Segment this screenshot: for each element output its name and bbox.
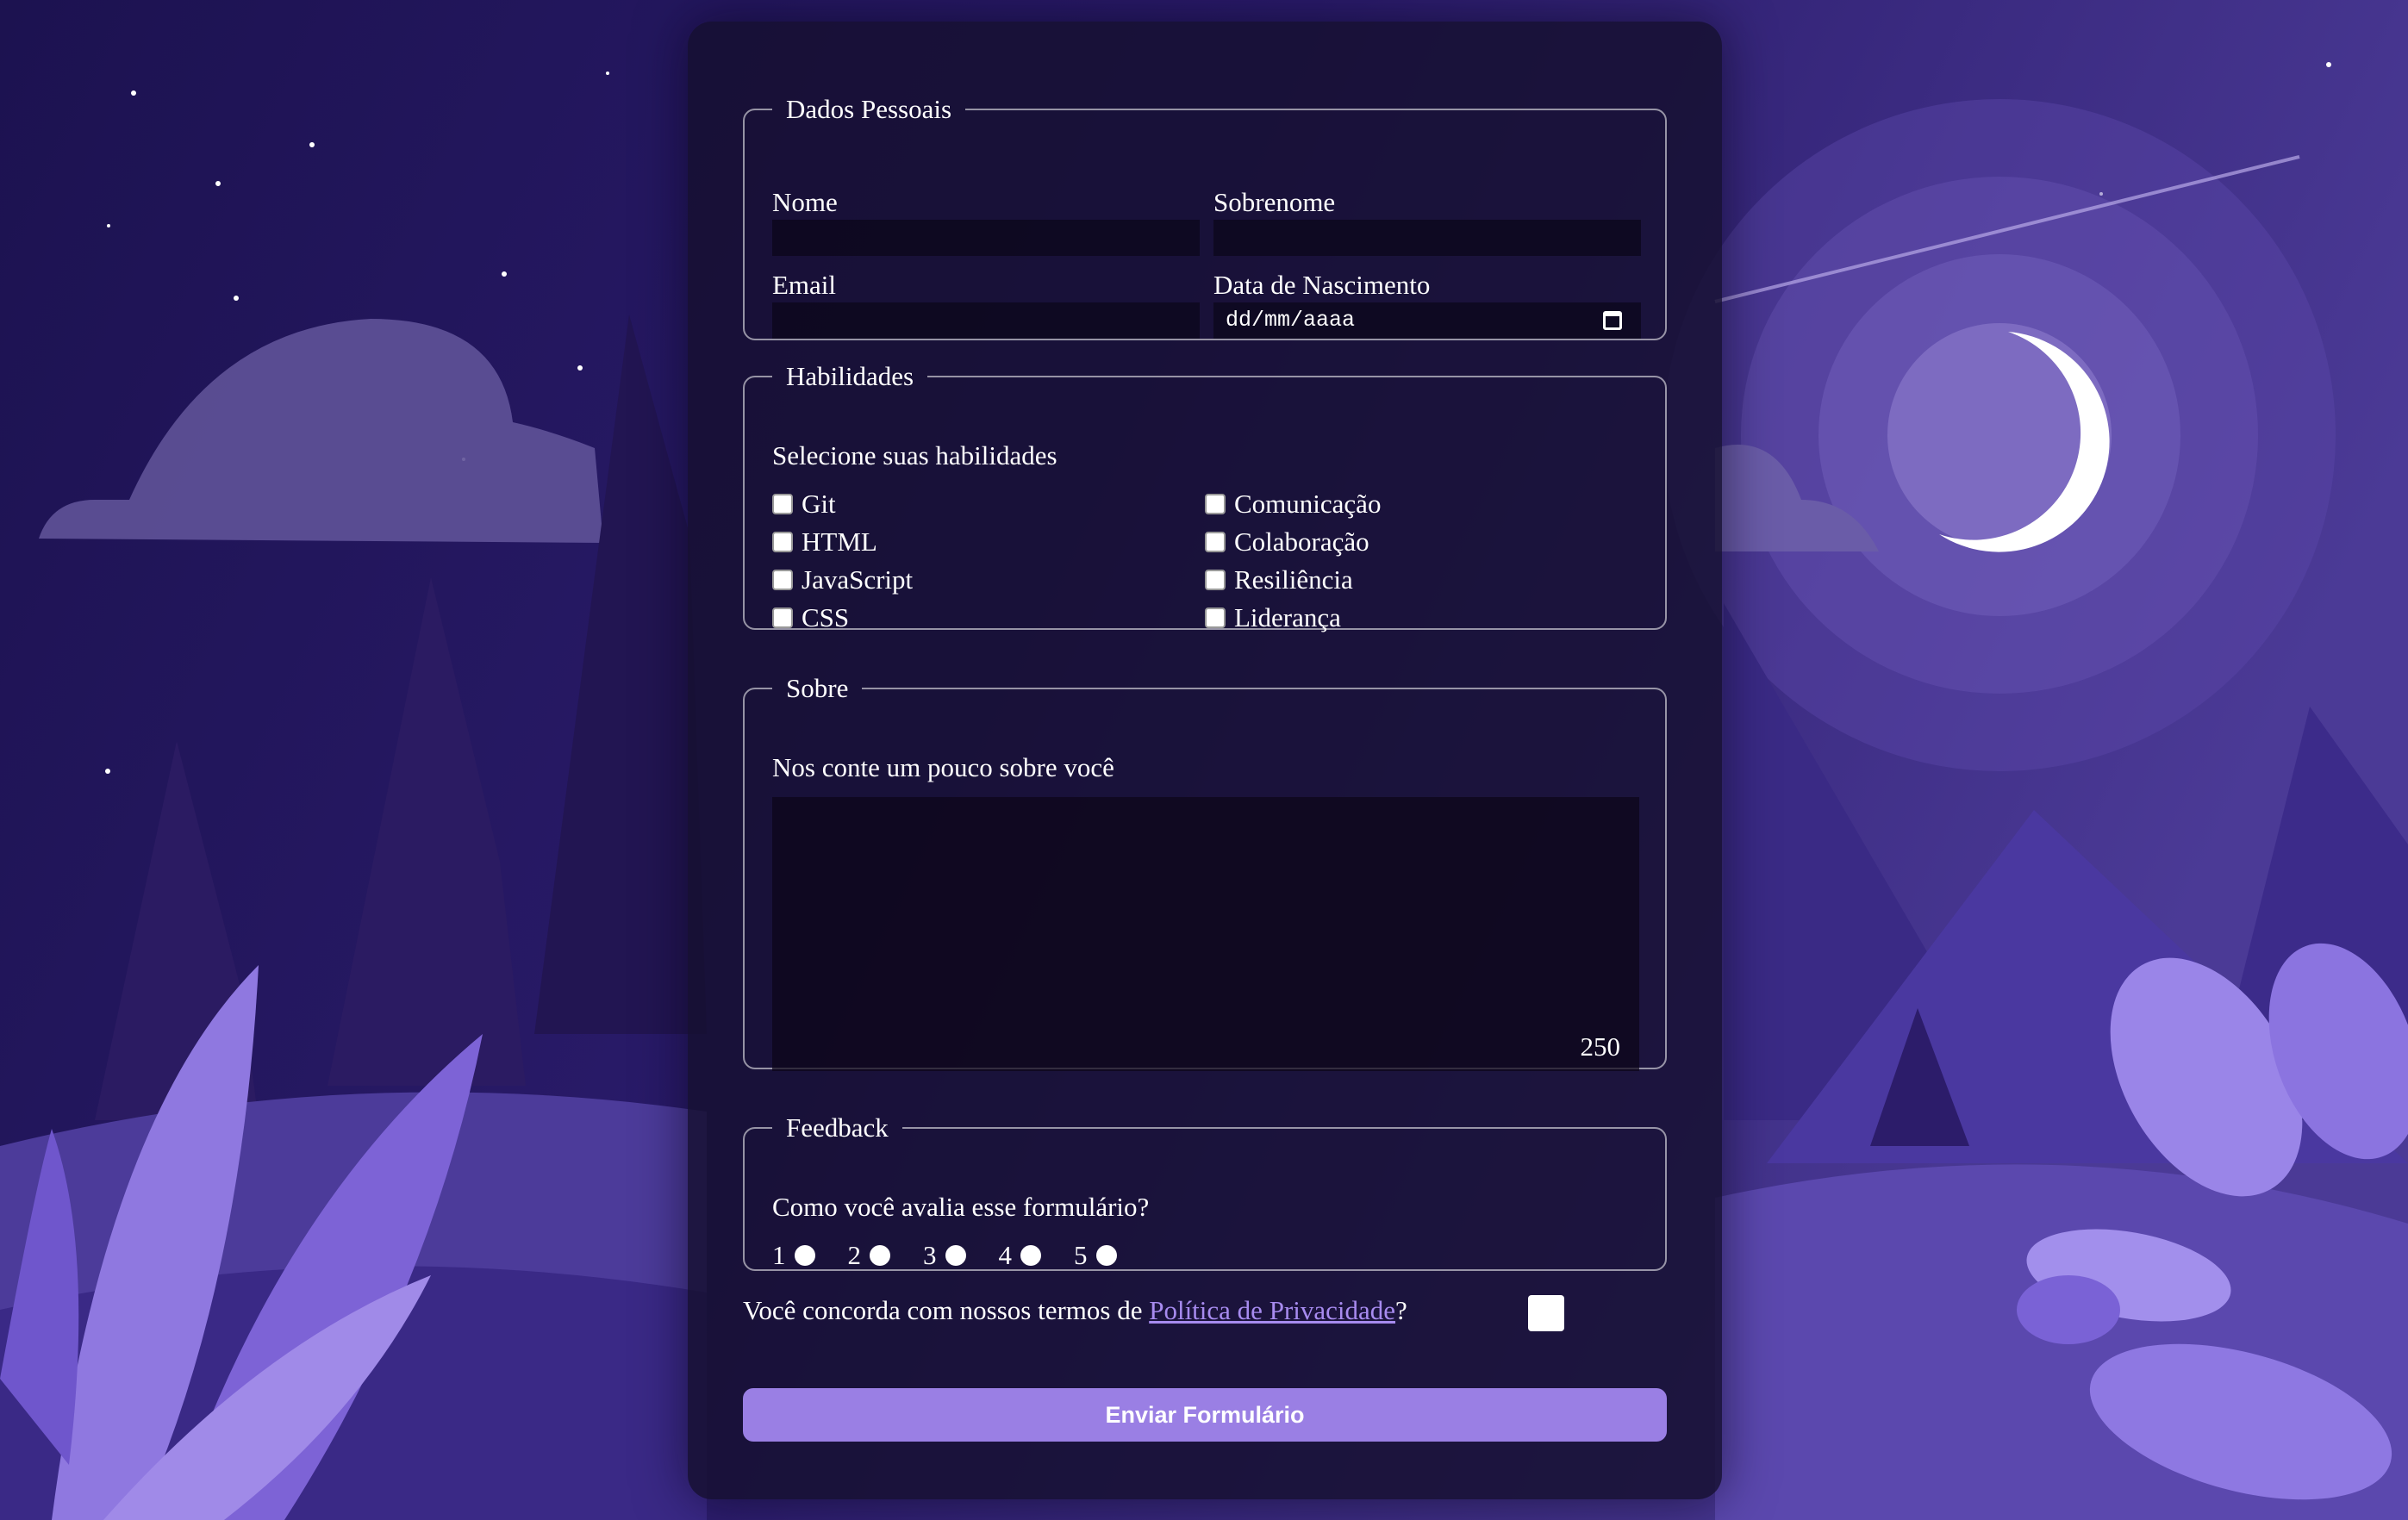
checkbox[interactable]	[1205, 607, 1226, 628]
first-name-input[interactable]	[772, 220, 1200, 256]
email-input[interactable]	[772, 302, 1200, 339]
birth-date-input[interactable]: dd/mm/aaaa	[1213, 302, 1641, 339]
rating-option-3[interactable]: 3	[923, 1240, 966, 1271]
email-label: Email	[772, 270, 837, 300]
skill-communication[interactable]: Comunicação	[1205, 489, 1381, 520]
rating-number: 4	[998, 1240, 1013, 1270]
skill-label: Liderança	[1234, 602, 1341, 632]
fieldset-feedback: Feedback Como você avalia esse formulári…	[743, 1112, 1667, 1271]
birth-date-label: Data de Nascimento	[1213, 270, 1431, 300]
skill-git[interactable]: Git	[772, 489, 836, 520]
terms-prefix: Você concorda com nossos termos de	[743, 1295, 1150, 1325]
legend-skills: Habilidades	[786, 361, 914, 391]
fieldset-about: Sobre Nos conte um pouco sobre você 250	[743, 673, 1667, 1071]
submit-button[interactable]: Enviar Formulário	[743, 1388, 1667, 1442]
about-textarea[interactable]: 250	[772, 797, 1639, 1071]
checkbox[interactable]	[772, 570, 793, 590]
rating-group: 1 2 3 4 5	[772, 1240, 1150, 1271]
rating-number: 5	[1074, 1240, 1088, 1270]
skill-resilience[interactable]: Resiliência	[1205, 564, 1353, 595]
legend-personal-data: Dados Pessoais	[786, 94, 952, 124]
first-name-label: Nome	[772, 187, 838, 217]
fieldset-personal-data: Dados Pessoais Nome Sobrenome Email Data…	[743, 94, 1667, 340]
rating-option-4[interactable]: 4	[998, 1240, 1041, 1271]
last-name-input[interactable]	[1213, 220, 1641, 256]
radio-button[interactable]	[945, 1245, 966, 1266]
rating-number: 3	[923, 1240, 937, 1270]
registration-form: Dados Pessoais Nome Sobrenome Email Data…	[688, 22, 1722, 1499]
legend-feedback: Feedback	[786, 1112, 889, 1143]
legend-about: Sobre	[786, 673, 849, 703]
skill-html[interactable]: HTML	[772, 526, 877, 558]
skill-leadership[interactable]: Liderança	[1205, 602, 1341, 633]
about-prompt: Nos conte um pouco sobre você	[772, 752, 1114, 782]
terms-suffix: ?	[1395, 1295, 1407, 1325]
terms-agreement-text: Você concorda com nossos termos de Polít…	[743, 1295, 1407, 1326]
radio-button[interactable]	[794, 1245, 815, 1266]
rating-number: 2	[847, 1240, 862, 1270]
terms-checkbox[interactable]	[1528, 1295, 1564, 1331]
rating-number: 1	[772, 1240, 786, 1270]
feedback-prompt: Como você avalia esse formulário?	[772, 1192, 1150, 1222]
radio-button[interactable]	[1020, 1245, 1041, 1266]
birth-date-placeholder: dd/mm/aaaa	[1226, 308, 1356, 333]
character-counter: 250	[1580, 1031, 1621, 1062]
fieldset-skills: Habilidades Selecione suas habilidades G…	[743, 361, 1667, 633]
skill-label: Comunicação	[1234, 489, 1382, 519]
skill-label: HTML	[802, 526, 877, 557]
checkbox[interactable]	[772, 494, 793, 514]
skill-label: Resiliência	[1234, 564, 1353, 595]
skill-label: Colaboração	[1234, 526, 1369, 557]
skill-label: CSS	[802, 602, 850, 632]
privacy-policy-link[interactable]: Política de Privacidade	[1149, 1295, 1395, 1325]
rating-option-1[interactable]: 1	[772, 1240, 815, 1271]
skill-label: JavaScript	[802, 564, 914, 595]
skills-prompt: Selecione suas habilidades	[772, 440, 1057, 470]
checkbox[interactable]	[1205, 494, 1226, 514]
radio-button[interactable]	[1095, 1245, 1117, 1266]
calendar-icon[interactable]	[1603, 311, 1622, 330]
skill-javascript[interactable]: JavaScript	[772, 564, 913, 595]
checkbox[interactable]	[772, 607, 793, 628]
radio-button[interactable]	[870, 1245, 890, 1266]
rating-option-5[interactable]: 5	[1074, 1240, 1117, 1271]
checkbox[interactable]	[772, 532, 793, 552]
checkbox[interactable]	[1205, 532, 1226, 552]
skill-css[interactable]: CSS	[772, 602, 849, 633]
rating-option-2[interactable]: 2	[847, 1240, 890, 1271]
checkbox[interactable]	[1205, 570, 1226, 590]
last-name-label: Sobrenome	[1213, 187, 1336, 217]
skill-label: Git	[802, 489, 836, 519]
skill-collaboration[interactable]: Colaboração	[1205, 526, 1369, 558]
